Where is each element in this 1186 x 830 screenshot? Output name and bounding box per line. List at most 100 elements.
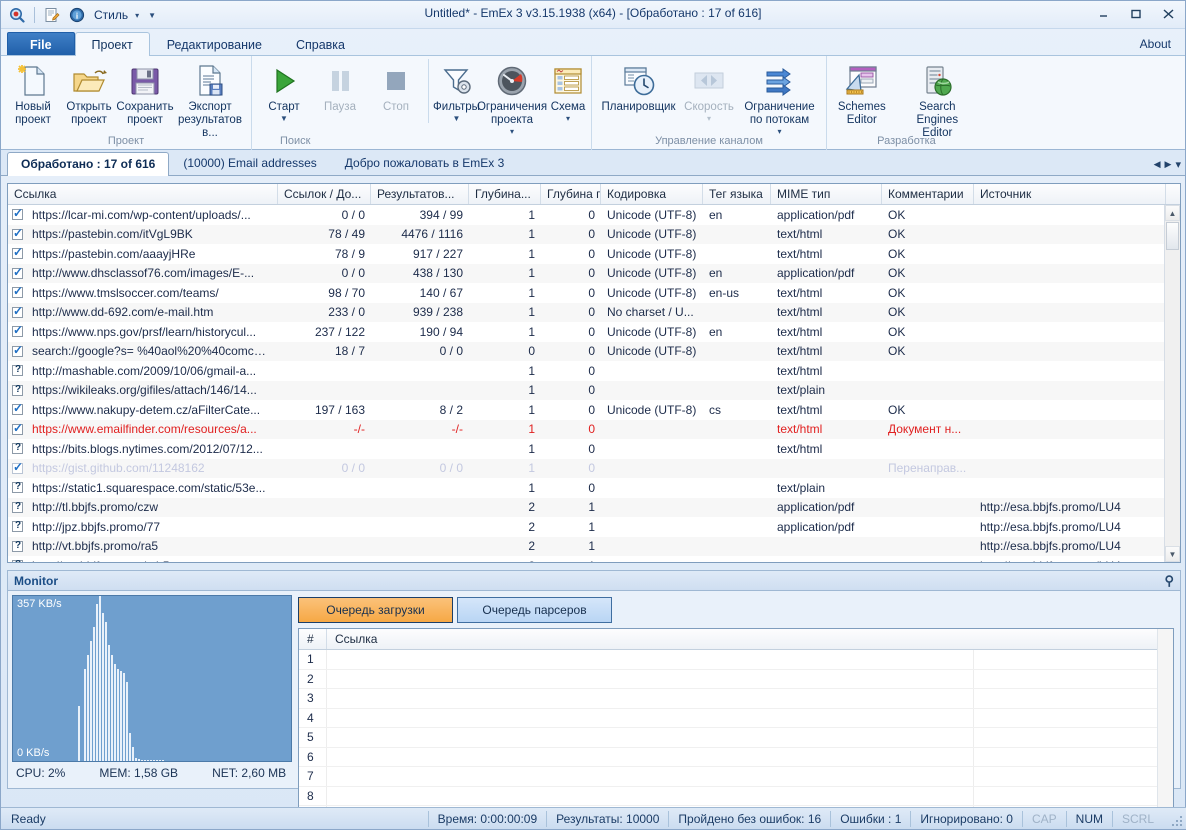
row-checked-icon[interactable] — [12, 206, 23, 221]
results-col-header-4[interactable]: Глубина п... — [541, 184, 601, 204]
row-pending-icon[interactable] — [12, 480, 23, 494]
queue-table[interactable]: # Ссылка 123456789 ▼ — [298, 628, 1174, 827]
open-project-button[interactable]: Открыть проект — [61, 59, 117, 127]
speed-caret-icon[interactable]: ▾ — [707, 114, 711, 123]
filters-button[interactable]: Фильтры ▼ — [428, 59, 484, 123]
save-project-button[interactable]: Сохранить проект — [116, 59, 174, 127]
row-checked-icon[interactable] — [12, 265, 23, 279]
row-checked-icon[interactable] — [12, 401, 23, 416]
about-link[interactable]: About — [1140, 37, 1171, 51]
results-col-header-8[interactable]: Комментарии — [882, 184, 974, 204]
results-col-header-3[interactable]: Глубина... — [469, 184, 541, 204]
pause-button[interactable]: Пауза — [312, 59, 368, 114]
ribbon-tab-editing[interactable]: Редактирование — [150, 32, 279, 56]
results-col-header-1[interactable]: Ссылок / До... — [278, 184, 371, 204]
table-row[interactable]: http://www.dd-692.com/e-mail.htm 233 / 0 9… — [8, 302, 1180, 322]
scroll-down-icon[interactable]: ▼ — [1165, 546, 1180, 562]
scroll-up-icon[interactable]: ▲ — [1165, 205, 1180, 221]
search-engines-editor-button[interactable]: Search Engines Editor — [893, 59, 982, 140]
export-results-button[interactable]: Экспорт результатов в... — [173, 59, 247, 140]
queue-row[interactable]: 5 — [299, 728, 1173, 748]
table-row[interactable]: https://pastebin.com/itVgL9BK 78 / 49 4476… — [8, 224, 1180, 244]
row-pending-icon[interactable] — [12, 519, 23, 533]
queue-row[interactable]: 4 — [299, 708, 1173, 728]
schemes-editor-button[interactable]: Schemes Editor — [831, 59, 893, 127]
scheme-caret-icon[interactable]: ▾ — [566, 114, 570, 123]
results-col-header-6[interactable]: Тег языка — [703, 184, 771, 204]
row-checked-icon[interactable] — [12, 304, 23, 318]
close-button[interactable] — [1157, 5, 1179, 23]
tab-processed[interactable]: Обработано : 17 of 616 — [7, 152, 170, 176]
tab-next-icon[interactable]: ▶ — [1165, 159, 1172, 170]
row-checked-icon[interactable] — [12, 323, 23, 338]
queue-row[interactable]: 8 — [299, 786, 1173, 806]
speed-button[interactable]: Скорость ▾ — [681, 59, 737, 123]
project-limits-button[interactable]: Ограничения проекта ▾ — [477, 59, 547, 136]
filters-caret-icon[interactable]: ▼ — [453, 114, 461, 123]
results-grid-scrollbar[interactable]: ▲ ▼ — [1164, 205, 1180, 562]
row-checked-icon[interactable] — [12, 343, 23, 357]
table-row[interactable]: search://google?s= %40aol%20%40comcas...… — [8, 341, 1180, 361]
tab-list-icon[interactable]: ▾ — [1175, 158, 1181, 171]
resize-grip[interactable] — [1167, 811, 1183, 827]
table-row[interactable]: http://ow.bbjfs.promo/mb5 21 http://esa.bb… — [8, 556, 1180, 562]
table-row[interactable]: https://bits.blogs.nytimes.com/2012/07/1… — [8, 439, 1180, 459]
row-pending-icon[interactable] — [12, 539, 23, 553]
table-row[interactable]: https://lcar-mi.com/wp-content/uploads/.… — [8, 205, 1180, 225]
queue-row[interactable]: 3 — [299, 689, 1173, 709]
results-col-header-2[interactable]: Результатов... — [371, 184, 469, 204]
scheduler-button[interactable]: Планировщик — [596, 59, 681, 114]
tab-welcome[interactable]: Добро пожаловать в EmEx 3 — [331, 151, 519, 175]
table-row[interactable]: https://wikileaks.org/gifiles/attach/146… — [8, 380, 1180, 400]
pin-icon[interactable]: ⚲ — [1164, 573, 1174, 589]
ribbon-tab-file[interactable]: File — [7, 32, 75, 56]
results-col-header-7[interactable]: MIME тип — [771, 184, 882, 204]
table-row[interactable]: https://www.emailfinder.com/resources/a.… — [8, 419, 1180, 439]
stop-button[interactable]: Стоп — [368, 59, 424, 114]
tab-prev-icon[interactable]: ◀ — [1154, 159, 1161, 170]
download-queue-tab[interactable]: Очередь загрузки — [298, 597, 453, 623]
row-pending-icon[interactable] — [12, 500, 23, 514]
results-grid-body[interactable]: https://lcar-mi.com/wp-content/uploads/.… — [8, 205, 1180, 562]
minimize-button[interactable] — [1093, 5, 1115, 23]
results-col-header-9[interactable]: Источник — [974, 184, 1166, 204]
ribbon-tab-help[interactable]: Справка — [279, 32, 362, 56]
row-pending-icon[interactable] — [12, 441, 23, 455]
table-row[interactable]: https://pastebin.com/aaayjHRe 78 / 9 917 /… — [8, 244, 1180, 264]
scroll-thumb[interactable] — [1166, 222, 1179, 250]
row-checked-icon[interactable] — [12, 226, 23, 240]
table-row[interactable]: https://www.tmslsoccer.com/teams/98 / 70… — [8, 283, 1180, 303]
results-grid[interactable]: Ссылка Ссылок / До... Результатов... Глубин… — [7, 183, 1181, 563]
queue-scrollbar[interactable]: ▼ — [1157, 629, 1173, 826]
table-row[interactable]: https://www.nps.gov/prsf/learn/historycu… — [8, 322, 1180, 342]
table-row[interactable]: http://tl.bbjfs.promo/czw 2 1 application/p… — [8, 497, 1180, 517]
queue-table-body[interactable]: 123456789 — [299, 650, 1173, 826]
queue-row[interactable]: 6 — [299, 747, 1173, 767]
table-row[interactable]: http://vt.bbjfs.promo/ra5 2 1 http://esa.bb… — [8, 536, 1180, 556]
start-button[interactable]: Старт ▼ — [256, 59, 312, 123]
table-row[interactable]: http://jpz.bbjfs.promo/77 2 1 application/p… — [8, 517, 1180, 537]
row-checked-icon[interactable] — [12, 245, 23, 260]
table-row[interactable]: https://static1.squarespace.com/static/5… — [8, 478, 1180, 498]
row-checked-icon[interactable] — [12, 284, 23, 299]
table-row[interactable]: https://gist.github.com/11248162 0 / 0 0 /… — [8, 458, 1180, 478]
queue-row[interactable]: 1 — [299, 650, 1173, 670]
tab-email-addresses[interactable]: (10000) Email addresses — [169, 151, 330, 175]
results-col-header-5[interactable]: Кодировка — [601, 184, 703, 204]
row-checked-icon[interactable] — [12, 421, 23, 435]
queue-row[interactable]: 2 — [299, 669, 1173, 689]
results-col-header-0[interactable]: Ссылка — [8, 184, 278, 204]
row-pending-icon[interactable] — [12, 383, 23, 397]
table-row[interactable]: https://www.nakupy-detem.cz/aFilterCate.… — [8, 400, 1180, 420]
parser-queue-tab[interactable]: Очередь парсеров — [457, 597, 612, 623]
table-row[interactable]: http://mashable.com/2009/10/06/gmail-a..… — [8, 361, 1180, 381]
row-pending-icon[interactable] — [12, 558, 23, 562]
scheme-button[interactable]: Схема ▾ — [540, 59, 596, 123]
table-row[interactable]: http://www.dhsclassof76.com/images/E-...… — [8, 263, 1180, 283]
new-project-button[interactable]: Новый проект — [5, 59, 61, 127]
row-checked-icon[interactable] — [12, 460, 23, 474]
start-caret-icon[interactable]: ▼ — [280, 114, 288, 123]
queue-row[interactable]: 7 — [299, 767, 1173, 787]
maximize-button[interactable] — [1125, 5, 1147, 23]
row-pending-icon[interactable] — [12, 363, 23, 377]
